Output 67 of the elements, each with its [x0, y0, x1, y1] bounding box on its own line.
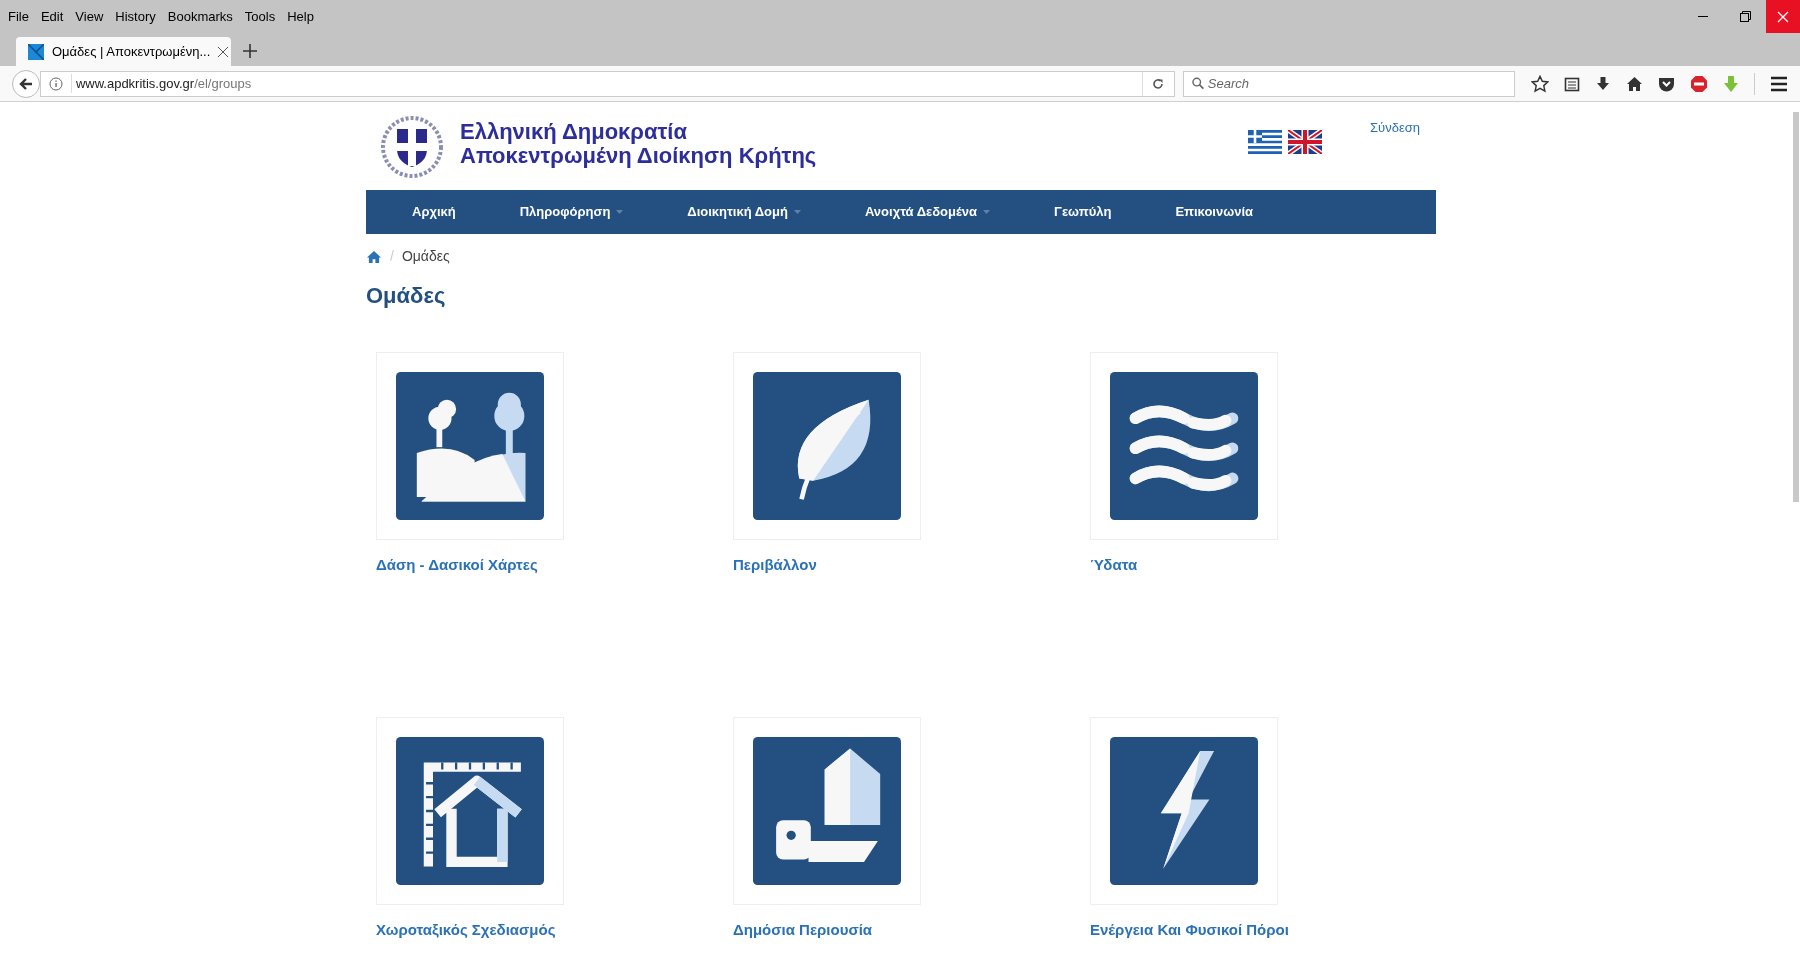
group-link[interactable]: Ύδατα [1090, 554, 1138, 577]
site-subtitle: Αποκεντρωμένη Διοίκηση Κρήτης [460, 144, 817, 168]
group-card[interactable] [733, 716, 921, 905]
page-heading: Ομάδες [366, 282, 447, 310]
nav-link[interactable]: Διοικητική Δομή [687, 202, 801, 222]
envelope-icon [28, 43, 44, 60]
group-card[interactable] [1090, 716, 1278, 905]
menu-item[interactable]: Bookmarks [167, 6, 233, 27]
group-card[interactable] [376, 352, 564, 540]
waves-icon [1110, 372, 1258, 520]
menu-item[interactable]: History [115, 6, 156, 27]
house-ruler-icon [396, 736, 544, 885]
group-link[interactable]: Δάση - Δασικοί Χάρτες [376, 554, 538, 577]
group-link[interactable]: Δημόσια Περιουσία [733, 918, 873, 941]
group-card[interactable] [376, 716, 564, 905]
caret-icon [616, 210, 624, 214]
menu-item[interactable]: View [75, 6, 104, 27]
nav-link[interactable]: Πληροφόρηση [519, 202, 624, 222]
clipboard-icon[interactable] [1564, 75, 1580, 92]
breadcrumb-separator: / [390, 247, 394, 266]
restore-icon [1739, 11, 1751, 22]
nav-link[interactable]: Επικοινωνία [1175, 202, 1254, 222]
search-bar[interactable]: Search [1182, 70, 1515, 97]
url-text: www.apdkritis.gov.gr/el/groups [70, 73, 252, 94]
reload-icon[interactable] [1152, 77, 1164, 90]
breadcrumb-item: Ομάδες [401, 247, 450, 266]
scrollbar[interactable] [1793, 112, 1799, 502]
group-link[interactable]: Ενέργεια Και Φυσικοί Πόροι [1090, 918, 1289, 941]
site-title: Ελληνική Δημοκρατία [460, 120, 688, 144]
caret-icon [983, 210, 991, 214]
group-card[interactable] [1090, 352, 1278, 540]
close-icon[interactable] [218, 46, 229, 57]
search-input[interactable]: Search [1207, 73, 1506, 94]
download-icon[interactable] [1595, 75, 1611, 92]
menu-item[interactable]: Tools [244, 6, 276, 27]
search-icon [1191, 77, 1204, 90]
back-arrow-icon [18, 76, 33, 91]
uk-flag-icon[interactable] [1288, 130, 1323, 154]
nav-link[interactable]: Αρχική [412, 202, 456, 222]
menu-item[interactable]: Help [287, 6, 314, 27]
menu-icon[interactable] [1770, 75, 1788, 92]
caret-icon [793, 210, 801, 214]
menu-item[interactable]: Edit [40, 6, 64, 27]
browser-tab[interactable]: Ομάδες | Αποκεντρωμένη... [16, 37, 231, 66]
forest-hills-icon [396, 372, 544, 520]
stop-sign-icon[interactable] [1690, 74, 1708, 93]
greek-flag-icon[interactable] [1248, 130, 1283, 154]
back-button[interactable] [12, 69, 40, 98]
login-link[interactable]: Σύνδεση [1370, 118, 1420, 138]
lightning-bolt-icon [1110, 736, 1258, 885]
leaf-icon [753, 372, 901, 520]
star-icon[interactable] [1531, 74, 1549, 93]
group-link[interactable]: Χωροταξικός Σχεδιασμός [376, 918, 556, 941]
address-bar[interactable]: www.apdkritis.gov.gr/el/groups [39, 70, 1175, 97]
home-icon[interactable] [1626, 75, 1643, 92]
info-icon [48, 76, 63, 91]
nav-link[interactable]: Γεωπύλη [1054, 202, 1112, 222]
pocket-icon[interactable] [1658, 75, 1675, 92]
menu-item[interactable]: File [8, 6, 29, 27]
minimize-icon [1698, 15, 1708, 18]
house-key-icon [753, 736, 901, 885]
new-tab-icon[interactable] [243, 44, 257, 58]
nav-link[interactable]: Ανοιχτά Δεδομένα [864, 202, 991, 222]
coat-of-arms-logo [380, 116, 444, 178]
group-link[interactable]: Περιβάλλον [733, 554, 817, 577]
close-icon [1777, 10, 1789, 23]
group-card[interactable] [733, 352, 921, 540]
